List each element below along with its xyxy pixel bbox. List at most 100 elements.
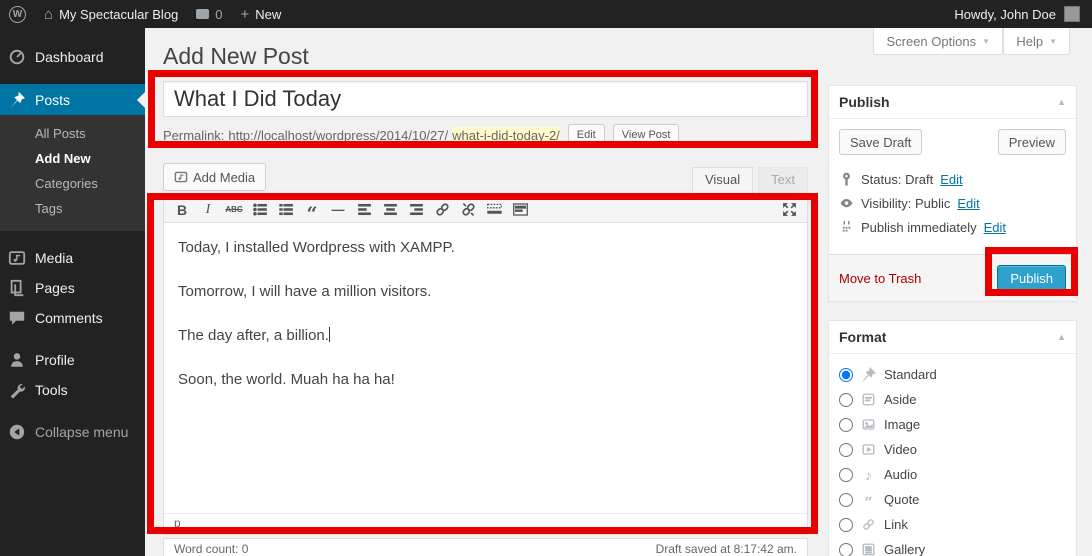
wordpress-logo-menu[interactable]: W — [0, 0, 35, 28]
publish-button[interactable]: Publish — [997, 265, 1066, 291]
post-paragraph: Tomorrow, I will have a million visitors… — [178, 283, 793, 300]
publish-box-title: Publish — [839, 94, 890, 110]
format-box-header[interactable]: Format ▲ — [829, 321, 1076, 354]
help-tab[interactable]: Help ▼ — [1003, 28, 1070, 55]
fullscreen-button[interactable] — [777, 199, 801, 221]
post-title-input[interactable] — [163, 81, 808, 117]
sidebar-item-label: Profile — [35, 352, 75, 368]
sidebar-item-all-posts[interactable]: All Posts — [0, 121, 145, 146]
sidebar-item-media[interactable]: Media — [0, 243, 145, 273]
blockquote-button[interactable]: “ — [300, 199, 324, 221]
site-name-label: My Spectacular Blog — [59, 7, 178, 22]
edit-visibility-link[interactable]: Edit — [957, 196, 979, 211]
align-right-button[interactable] — [404, 199, 428, 221]
user-avatar[interactable] — [1064, 6, 1080, 22]
collapse-menu-button[interactable]: Collapse menu — [0, 417, 145, 447]
format-radio-audio[interactable] — [839, 468, 853, 482]
more-tag-button[interactable] — [482, 199, 506, 221]
format-radio-image[interactable] — [839, 418, 853, 432]
format-radio-link[interactable] — [839, 518, 853, 532]
schedule-label: Publish immediately — [861, 220, 977, 235]
word-count: Word count: 0 — [174, 542, 248, 556]
sidebar-item-tags[interactable]: Tags — [0, 196, 145, 221]
preview-button[interactable]: Preview — [998, 129, 1066, 155]
bold-button[interactable]: B — [170, 199, 194, 221]
status-pin-icon — [839, 172, 854, 187]
major-publishing-actions: Move to Trash Publish — [829, 254, 1076, 301]
edit-status-link[interactable]: Edit — [940, 172, 962, 187]
bullet-list-icon — [252, 201, 269, 218]
link-icon — [860, 517, 877, 532]
format-radio-aside[interactable] — [839, 393, 853, 407]
visual-editor: B I ABC “ — — [163, 196, 808, 535]
view-post-button[interactable]: View Post — [613, 124, 680, 146]
wrench-icon — [8, 381, 26, 399]
screen-options-tab[interactable]: Screen Options ▼ — [873, 28, 1003, 55]
format-radio-video[interactable] — [839, 443, 853, 457]
sidebar-item-comments[interactable]: Comments — [0, 303, 145, 333]
edit-schedule-link[interactable]: Edit — [984, 220, 1006, 235]
format-option-video: Video — [839, 437, 1066, 462]
format-option-audio: ♪ Audio — [839, 462, 1066, 487]
aside-icon — [860, 392, 877, 407]
format-radio-quote[interactable] — [839, 493, 853, 507]
sidebar-item-label: Pages — [35, 280, 75, 296]
tab-visual[interactable]: Visual — [692, 167, 753, 193]
post-edit-column: Permalink: http://localhost/wordpress/20… — [163, 71, 808, 556]
collapse-panel-icon: ▲ — [1057, 332, 1066, 342]
format-label: Gallery — [884, 542, 925, 556]
sidebar-item-tools[interactable]: Tools — [0, 375, 145, 405]
sidebar-item-posts[interactable]: Posts — [0, 84, 145, 115]
menu-gap — [0, 231, 145, 243]
new-content-menu[interactable]: + New — [232, 0, 291, 28]
misc-publishing-actions: Status: Draft Edit Visibility: Public Ed… — [829, 155, 1076, 254]
sidebar-item-label: Posts — [35, 92, 70, 108]
move-to-trash-link[interactable]: Move to Trash — [839, 271, 921, 286]
audio-icon: ♪ — [860, 467, 877, 483]
editor-element-path[interactable]: p — [164, 513, 807, 534]
format-radio-standard[interactable] — [839, 368, 853, 382]
publish-box-header[interactable]: Publish ▲ — [829, 86, 1076, 119]
format-option-image: Image — [839, 412, 1066, 437]
home-icon: ⌂ — [44, 6, 53, 23]
strikethrough-button[interactable]: ABC — [222, 199, 246, 221]
site-name-link[interactable]: ⌂ My Spectacular Blog — [35, 0, 187, 28]
permalink-base: http://localhost/wordpress/2014/10/27/ — [228, 128, 448, 143]
toolbar-toggle-button[interactable] — [508, 199, 532, 221]
format-label: Audio — [884, 467, 917, 482]
format-radio-gallery[interactable] — [839, 543, 853, 556]
permalink-label: Permalink: — [163, 128, 224, 143]
editor-toolbar: B I ABC “ — — [164, 197, 807, 223]
sidebar-item-label: Comments — [35, 310, 103, 326]
sidebar-item-profile[interactable]: Profile — [0, 345, 145, 375]
eye-icon — [839, 196, 854, 211]
sidebar-item-dashboard[interactable]: Dashboard — [0, 42, 145, 72]
insert-link-button[interactable] — [430, 199, 454, 221]
remove-link-button[interactable] — [456, 199, 480, 221]
save-draft-button[interactable]: Save Draft — [839, 129, 922, 155]
italic-button[interactable]: I — [196, 199, 220, 221]
collapse-panel-icon: ▲ — [1057, 97, 1066, 107]
comments-menu[interactable]: 0 — [187, 0, 231, 28]
howdy-account-menu[interactable]: Howdy, John Doe — [954, 7, 1064, 22]
media-icon — [174, 170, 188, 184]
add-media-button[interactable]: Add Media — [163, 163, 266, 191]
sidebar-item-add-new[interactable]: Add New — [0, 146, 145, 171]
align-right-icon — [408, 201, 425, 218]
tab-text[interactable]: Text — [758, 167, 808, 193]
sidebar-item-categories[interactable]: Categories — [0, 171, 145, 196]
pages-icon — [8, 279, 26, 297]
text-cursor — [329, 327, 330, 342]
editor-mode-tabs: Visual Text — [687, 167, 808, 193]
post-body-editor[interactable]: Today, I installed Wordpress with XAMPP.… — [164, 223, 807, 513]
bullet-list-button[interactable] — [248, 199, 272, 221]
horizontal-rule-button[interactable]: — — [326, 199, 350, 221]
align-left-button[interactable] — [352, 199, 376, 221]
numbered-list-button[interactable] — [274, 199, 298, 221]
format-option-gallery: Gallery — [839, 537, 1066, 556]
quote-icon: “ — [860, 492, 877, 507]
edit-permalink-button[interactable]: Edit — [568, 124, 605, 146]
align-center-button[interactable] — [378, 199, 402, 221]
sidebar-item-pages[interactable]: Pages — [0, 273, 145, 303]
visibility-row: Visibility: Public Edit — [839, 196, 1066, 211]
